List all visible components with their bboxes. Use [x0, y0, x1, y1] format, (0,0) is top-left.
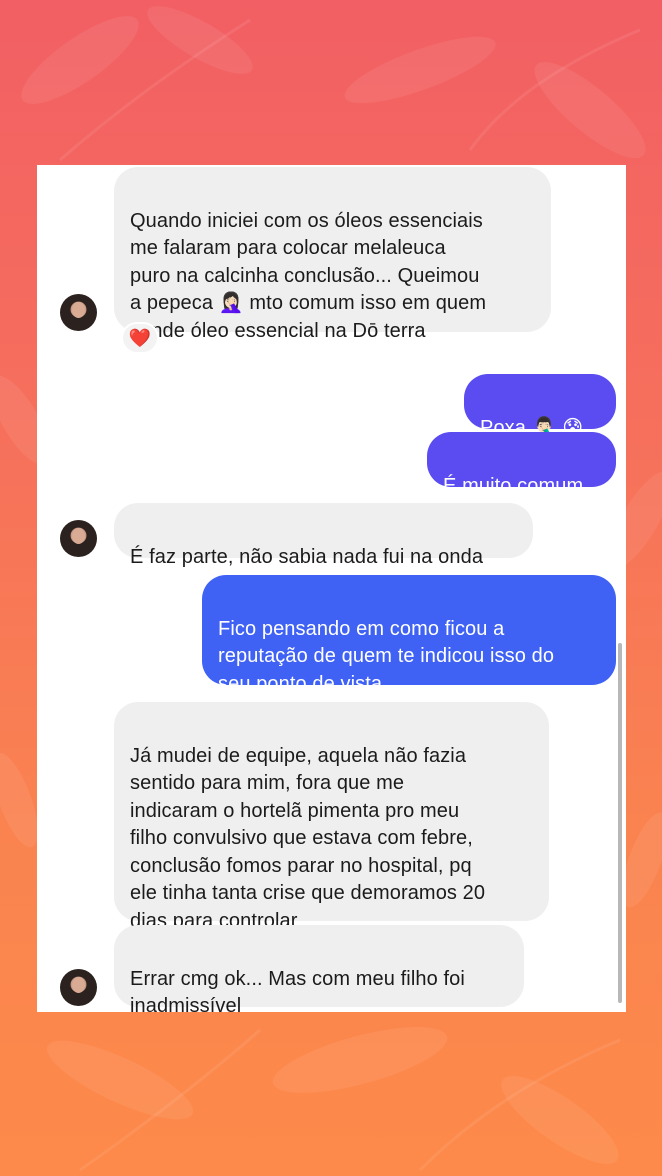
message-text: Já mudei de equipe, aquela não fazia sen…	[130, 744, 486, 932]
message-outgoing[interactable]: É muito comum	[427, 432, 616, 497]
message-incoming[interactable]: Errar cmg ok... Mas com meu filho foi in…	[114, 925, 524, 1012]
scrollbar[interactable]	[618, 643, 622, 1003]
chat-window[interactable]: Quando iniciei com os óleos essenciais m…	[37, 165, 626, 1012]
message-text: Errar cmg ok... Mas com meu filho foi in…	[130, 967, 465, 1013]
message-incoming[interactable]: É faz parte, não sabia nada fui na onda	[114, 503, 533, 568]
message-incoming[interactable]: Já mudei de equipe, aquela não fazia sen…	[114, 702, 549, 932]
message-outgoing[interactable]: Poxa 🤦🏻‍♂️ 😰	[464, 374, 616, 439]
avatar[interactable]	[60, 520, 97, 557]
message-text: É faz parte, não sabia nada fui na onda	[130, 545, 484, 568]
message-outgoing[interactable]: Fico pensando em como ficou a reputação …	[202, 575, 616, 695]
message-text: É muito comum	[443, 474, 584, 497]
message-incoming[interactable]: Quando iniciei com os óleos essenciais m…	[114, 167, 551, 342]
heart-icon: ❤️	[128, 327, 152, 348]
avatar[interactable]	[60, 969, 97, 1006]
heart-reaction-badge[interactable]: ❤️	[121, 322, 159, 354]
message-text: Quando iniciei com os óleos essenciais m…	[130, 209, 487, 342]
avatar[interactable]	[60, 294, 97, 331]
message-text: Fico pensando em como ficou a reputação …	[218, 617, 555, 695]
